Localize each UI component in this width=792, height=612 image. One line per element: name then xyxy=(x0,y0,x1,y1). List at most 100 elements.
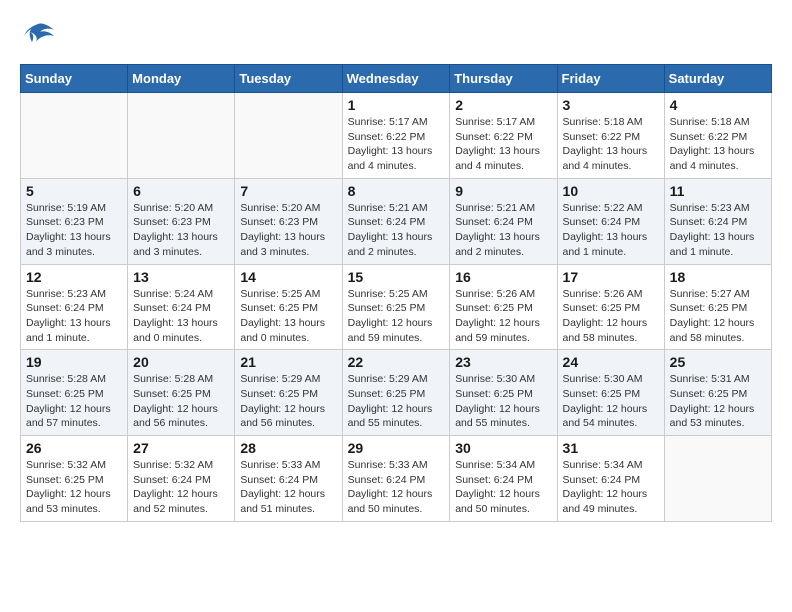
day-cell-30: 30 Sunrise: 5:34 AM Sunset: 6:24 PM Dayli… xyxy=(450,436,557,522)
day-cell-24: 24 Sunrise: 5:30 AM Sunset: 6:25 PM Dayli… xyxy=(557,350,664,436)
day-info-29: Sunrise: 5:33 AM Sunset: 6:24 PM Dayligh… xyxy=(348,458,445,517)
day-number-22: 22 xyxy=(348,354,445,370)
day-number-20: 20 xyxy=(133,354,229,370)
day-cell-28: 28 Sunrise: 5:33 AM Sunset: 6:24 PM Dayli… xyxy=(235,436,342,522)
day-info-1: Sunrise: 5:17 AM Sunset: 6:22 PM Dayligh… xyxy=(348,115,445,174)
day-info-26: Sunrise: 5:32 AM Sunset: 6:25 PM Dayligh… xyxy=(26,458,122,517)
day-info-18: Sunrise: 5:27 AM Sunset: 6:25 PM Dayligh… xyxy=(670,287,766,346)
day-info-20: Sunrise: 5:28 AM Sunset: 6:25 PM Dayligh… xyxy=(133,372,229,431)
day-cell-11: 11 Sunrise: 5:23 AM Sunset: 6:24 PM Dayli… xyxy=(664,178,771,264)
day-info-7: Sunrise: 5:20 AM Sunset: 6:23 PM Dayligh… xyxy=(240,201,336,260)
day-cell-15: 15 Sunrise: 5:25 AM Sunset: 6:25 PM Dayli… xyxy=(342,264,450,350)
day-cell-13: 13 Sunrise: 5:24 AM Sunset: 6:24 PM Dayli… xyxy=(128,264,235,350)
day-number-2: 2 xyxy=(455,97,551,113)
day-cell-10: 10 Sunrise: 5:22 AM Sunset: 6:24 PM Dayli… xyxy=(557,178,664,264)
empty-cell xyxy=(128,93,235,179)
day-number-16: 16 xyxy=(455,269,551,285)
day-info-4: Sunrise: 5:18 AM Sunset: 6:22 PM Dayligh… xyxy=(670,115,766,174)
header-day-sunday: Sunday xyxy=(21,65,128,93)
day-cell-17: 17 Sunrise: 5:26 AM Sunset: 6:25 PM Dayli… xyxy=(557,264,664,350)
day-number-11: 11 xyxy=(670,183,766,199)
day-number-10: 10 xyxy=(563,183,659,199)
day-cell-18: 18 Sunrise: 5:27 AM Sunset: 6:25 PM Dayli… xyxy=(664,264,771,350)
day-cell-12: 12Sunrise: 5:23 AM Sunset: 6:24 PM Dayli… xyxy=(21,264,128,350)
day-number-15: 15 xyxy=(348,269,445,285)
day-number-4: 4 xyxy=(670,97,766,113)
calendar-table: SundayMondayTuesdayWednesdayThursdayFrid… xyxy=(20,64,772,522)
day-info-5: Sunrise: 5:19 AM Sunset: 6:23 PM Dayligh… xyxy=(26,201,122,260)
day-number-24: 24 xyxy=(563,354,659,370)
week-row-3: 12Sunrise: 5:23 AM Sunset: 6:24 PM Dayli… xyxy=(21,264,772,350)
header-day-monday: Monday xyxy=(128,65,235,93)
day-info-16: Sunrise: 5:26 AM Sunset: 6:25 PM Dayligh… xyxy=(455,287,551,346)
day-info-11: Sunrise: 5:23 AM Sunset: 6:24 PM Dayligh… xyxy=(670,201,766,260)
day-cell-5: 5 Sunrise: 5:19 AM Sunset: 6:23 PM Daylig… xyxy=(21,178,128,264)
empty-cell xyxy=(21,93,128,179)
header-row: SundayMondayTuesdayWednesdayThursdayFrid… xyxy=(21,65,772,93)
day-cell-25: 25 Sunrise: 5:31 AM Sunset: 6:25 PM Dayli… xyxy=(664,350,771,436)
day-number-9: 9 xyxy=(455,183,551,199)
header-day-thursday: Thursday xyxy=(450,65,557,93)
day-cell-8: 8 Sunrise: 5:21 AM Sunset: 6:24 PM Daylig… xyxy=(342,178,450,264)
day-info-13: Sunrise: 5:24 AM Sunset: 6:24 PM Dayligh… xyxy=(133,287,229,346)
header-day-wednesday: Wednesday xyxy=(342,65,450,93)
day-number-28: 28 xyxy=(240,440,336,456)
day-number-8: 8 xyxy=(348,183,445,199)
day-cell-4: 4 Sunrise: 5:18 AM Sunset: 6:22 PM Daylig… xyxy=(664,93,771,179)
day-number-5: 5 xyxy=(26,183,122,199)
day-number-17: 17 xyxy=(563,269,659,285)
day-number-23: 23 xyxy=(455,354,551,370)
day-number-26: 26 xyxy=(26,440,122,456)
day-info-14: Sunrise: 5:25 AM Sunset: 6:25 PM Dayligh… xyxy=(240,287,336,346)
day-number-25: 25 xyxy=(670,354,766,370)
day-number-13: 13 xyxy=(133,269,229,285)
day-info-21: Sunrise: 5:29 AM Sunset: 6:25 PM Dayligh… xyxy=(240,372,336,431)
day-info-10: Sunrise: 5:22 AM Sunset: 6:24 PM Dayligh… xyxy=(563,201,659,260)
day-cell-21: 21Sunrise: 5:29 AM Sunset: 6:25 PM Dayli… xyxy=(235,350,342,436)
day-info-30: Sunrise: 5:34 AM Sunset: 6:24 PM Dayligh… xyxy=(455,458,551,517)
day-info-8: Sunrise: 5:21 AM Sunset: 6:24 PM Dayligh… xyxy=(348,201,445,260)
day-cell-1: 1 Sunrise: 5:17 AM Sunset: 6:22 PM Daylig… xyxy=(342,93,450,179)
page-header xyxy=(20,20,772,48)
day-cell-9: 9 Sunrise: 5:21 AM Sunset: 6:24 PM Daylig… xyxy=(450,178,557,264)
day-number-3: 3 xyxy=(563,97,659,113)
day-number-18: 18 xyxy=(670,269,766,285)
day-info-25: Sunrise: 5:31 AM Sunset: 6:25 PM Dayligh… xyxy=(670,372,766,431)
logo-icon xyxy=(20,20,56,48)
day-info-6: Sunrise: 5:20 AM Sunset: 6:23 PM Dayligh… xyxy=(133,201,229,260)
day-info-31: Sunrise: 5:34 AM Sunset: 6:24 PM Dayligh… xyxy=(563,458,659,517)
day-cell-19: 19 Sunrise: 5:28 AM Sunset: 6:25 PM Dayli… xyxy=(21,350,128,436)
day-cell-7: 7 Sunrise: 5:20 AM Sunset: 6:23 PM Daylig… xyxy=(235,178,342,264)
week-row-4: 19 Sunrise: 5:28 AM Sunset: 6:25 PM Dayli… xyxy=(21,350,772,436)
day-info-15: Sunrise: 5:25 AM Sunset: 6:25 PM Dayligh… xyxy=(348,287,445,346)
day-cell-23: 23Sunrise: 5:30 AM Sunset: 6:25 PM Dayli… xyxy=(450,350,557,436)
day-cell-27: 27Sunrise: 5:32 AM Sunset: 6:24 PM Dayli… xyxy=(128,436,235,522)
day-cell-3: 3 Sunrise: 5:18 AM Sunset: 6:22 PM Daylig… xyxy=(557,93,664,179)
day-info-24: Sunrise: 5:30 AM Sunset: 6:25 PM Dayligh… xyxy=(563,372,659,431)
calendar-body: 1 Sunrise: 5:17 AM Sunset: 6:22 PM Daylig… xyxy=(21,93,772,522)
header-day-saturday: Saturday xyxy=(664,65,771,93)
day-info-3: Sunrise: 5:18 AM Sunset: 6:22 PM Dayligh… xyxy=(563,115,659,174)
day-number-31: 31 xyxy=(563,440,659,456)
day-number-30: 30 xyxy=(455,440,551,456)
empty-cell xyxy=(664,436,771,522)
day-number-1: 1 xyxy=(348,97,445,113)
logo xyxy=(20,20,60,48)
day-cell-22: 22 Sunrise: 5:29 AM Sunset: 6:25 PM Dayli… xyxy=(342,350,450,436)
header-day-friday: Friday xyxy=(557,65,664,93)
day-info-17: Sunrise: 5:26 AM Sunset: 6:25 PM Dayligh… xyxy=(563,287,659,346)
day-number-14: 14 xyxy=(240,269,336,285)
day-cell-14: 14 Sunrise: 5:25 AM Sunset: 6:25 PM Dayli… xyxy=(235,264,342,350)
day-info-19: Sunrise: 5:28 AM Sunset: 6:25 PM Dayligh… xyxy=(26,372,122,431)
day-info-22: Sunrise: 5:29 AM Sunset: 6:25 PM Dayligh… xyxy=(348,372,445,431)
day-cell-29: 29Sunrise: 5:33 AM Sunset: 6:24 PM Dayli… xyxy=(342,436,450,522)
day-info-28: Sunrise: 5:33 AM Sunset: 6:24 PM Dayligh… xyxy=(240,458,336,517)
empty-cell xyxy=(235,93,342,179)
week-row-2: 5 Sunrise: 5:19 AM Sunset: 6:23 PM Daylig… xyxy=(21,178,772,264)
day-cell-16: 16 Sunrise: 5:26 AM Sunset: 6:25 PM Dayli… xyxy=(450,264,557,350)
day-number-7: 7 xyxy=(240,183,336,199)
day-info-27: Sunrise: 5:32 AM Sunset: 6:24 PM Dayligh… xyxy=(133,458,229,517)
day-info-9: Sunrise: 5:21 AM Sunset: 6:24 PM Dayligh… xyxy=(455,201,551,260)
day-number-12: 12 xyxy=(26,269,122,285)
day-number-19: 19 xyxy=(26,354,122,370)
